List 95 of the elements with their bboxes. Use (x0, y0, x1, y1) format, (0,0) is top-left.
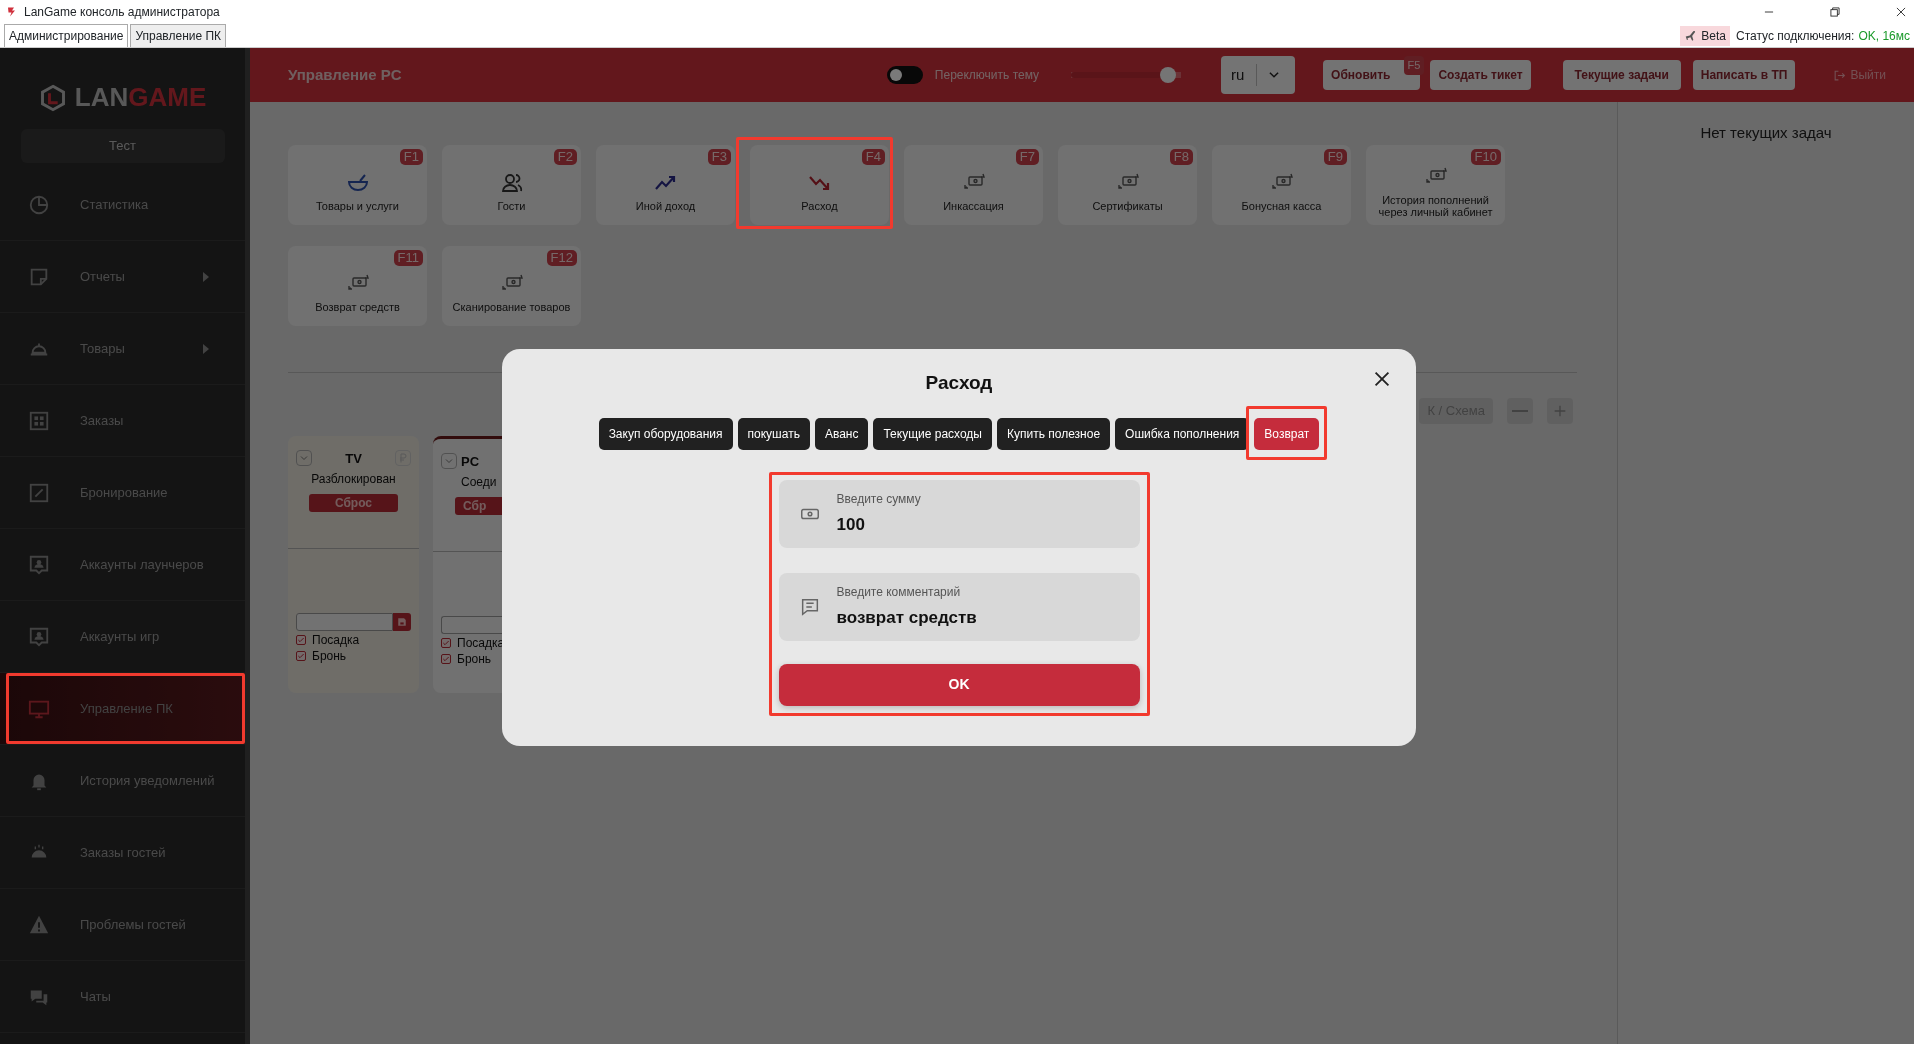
hotkey-badge: F8 (1169, 149, 1193, 165)
beta-label: Beta (1701, 27, 1726, 45)
toggle-label: Переключить тему (934, 67, 1040, 84)
text-field[interactable] (441, 616, 502, 634)
pie-chart-icon (28, 193, 50, 216)
grid-icon (28, 409, 50, 432)
action-tile[interactable]: F11 Возврат средств (288, 246, 427, 326)
hotkey-badge: F12 (546, 250, 577, 266)
amount-field[interactable]: Введите сумму 100 (778, 479, 1140, 548)
category-button[interactable]: Возврат (1254, 417, 1320, 450)
action-tile[interactable]: F7 Инкассация (904, 145, 1043, 225)
field-value[interactable]: 100 (836, 511, 1087, 538)
category-button[interactable]: Аванс (814, 417, 869, 450)
tile-label: Сертификаты (1092, 201, 1163, 213)
device-status: Разблокирован (310, 471, 397, 488)
field-value[interactable]: возврат средств (836, 604, 1087, 631)
device-status: Соеди (460, 474, 498, 491)
modal-title: Расход (925, 371, 993, 395)
hotkey-badge: F9 (1323, 149, 1347, 165)
restore-icon (1828, 5, 1842, 19)
header-button[interactable]: Написать в ТП (1692, 60, 1796, 90)
caret-icon (203, 271, 209, 282)
empty-tasks-text: Нет текущих задач (1699, 123, 1833, 143)
user-card-icon (28, 625, 50, 648)
tile-label: История пополнений через личный кабинет (1377, 195, 1494, 219)
logo-text: LANGAME (74, 81, 207, 114)
app-tab[interactable]: Администрирование (4, 24, 129, 47)
tile-label: Сканирование товаров (452, 302, 571, 314)
action-tile[interactable]: F1 Товары и услуги (288, 145, 427, 225)
device-name: TV (345, 450, 362, 469)
device-name: PC (461, 453, 480, 472)
device-card[interactable]: TV Разблокирован Сброс Посадка Бронь (288, 436, 419, 693)
checkbox-label: Бронь (312, 649, 347, 663)
hotkey-badge: F11 (393, 250, 423, 266)
action-tile[interactable]: F9 Бонусная касса (1212, 145, 1351, 225)
reset-button[interactable]: Сброс (309, 494, 398, 512)
tile-label: Бонусная касса (1241, 201, 1322, 213)
checkbox-label: Посадка (312, 633, 360, 647)
tile-label: Расход (801, 201, 838, 213)
category-button[interactable]: Текущие расходы (873, 417, 992, 450)
hotkey-badge: F10 (1470, 149, 1501, 165)
action-tile[interactable]: F2 Гости (442, 145, 581, 225)
user-card-icon (28, 553, 50, 576)
app-tab[interactable]: Управление ПК (130, 24, 227, 47)
zoom-in-button[interactable] (1547, 398, 1573, 424)
field-label: Введите сумму (836, 490, 922, 508)
tile-label: Инкассация (943, 201, 1004, 213)
hotkey-badge: F2 (553, 149, 577, 165)
close-icon (1894, 5, 1908, 19)
language-select[interactable]: ru (1221, 56, 1296, 94)
tile-label: Возврат средств (315, 302, 400, 314)
checkbox[interactable] (296, 635, 306, 645)
category-button[interactable]: Закуп оборудования (598, 417, 733, 450)
theme-toggle[interactable] (886, 66, 923, 84)
header-button[interactable]: Текущие задачи (1562, 60, 1681, 90)
tile-label: Гости (497, 201, 526, 213)
action-tile[interactable]: F3 Иной доход (596, 145, 735, 225)
checkbox[interactable] (441, 638, 451, 648)
checkbox[interactable] (296, 651, 306, 661)
text-field[interactable] (296, 613, 393, 631)
chevron-button[interactable] (441, 453, 457, 469)
logout-icon (1833, 68, 1847, 82)
save-button[interactable] (393, 613, 411, 631)
hotkey-badge: F1 (399, 149, 423, 165)
plus-icon (1552, 403, 1568, 419)
slider-thumb[interactable] (1159, 67, 1176, 83)
hotkey-badge: F4 (861, 149, 885, 165)
hotkey-badge: F3 (707, 149, 731, 165)
page-title: Управление PC (288, 64, 402, 85)
chevron-button[interactable] (296, 450, 312, 466)
zoom-out-button[interactable] (1507, 398, 1533, 424)
checkbox-label: Бронь (457, 652, 492, 666)
category-button[interactable]: покушать (737, 417, 810, 450)
category-button[interactable]: Купить полезное (997, 417, 1111, 450)
checkbox[interactable] (441, 654, 451, 664)
square-slash-icon (28, 481, 50, 504)
caret-icon (203, 343, 209, 354)
tile-label: Товары и услуги (315, 201, 400, 213)
action-tile[interactable]: F12 Сканирование товаров (442, 246, 581, 326)
tile-label: Иной доход (635, 201, 696, 213)
connection-label: Статус подключения: (1736, 27, 1855, 45)
action-tile[interactable]: F4 Расход (750, 145, 889, 225)
window-title: LanGame консоль администратора (24, 4, 220, 21)
ok-button[interactable]: OK (778, 663, 1140, 706)
logo-icon (38, 83, 67, 112)
hotkey-badge: F7 (1015, 149, 1039, 165)
action-tile[interactable]: F8 Сертификаты (1058, 145, 1197, 225)
club-button[interactable]: Тест (20, 129, 225, 163)
connection-value: OK, 16мс (1858, 27, 1910, 45)
field-label: Введите комментарий (836, 583, 962, 601)
comment-field[interactable]: Введите комментарий возврат средств (778, 572, 1140, 641)
hotkey-badge: F5 (1403, 56, 1425, 75)
floppy-icon (397, 617, 407, 627)
header-button[interactable]: Создать тикет (1430, 60, 1531, 90)
action-tile[interactable]: F10 История пополнений через личный кабинет (1366, 145, 1505, 225)
